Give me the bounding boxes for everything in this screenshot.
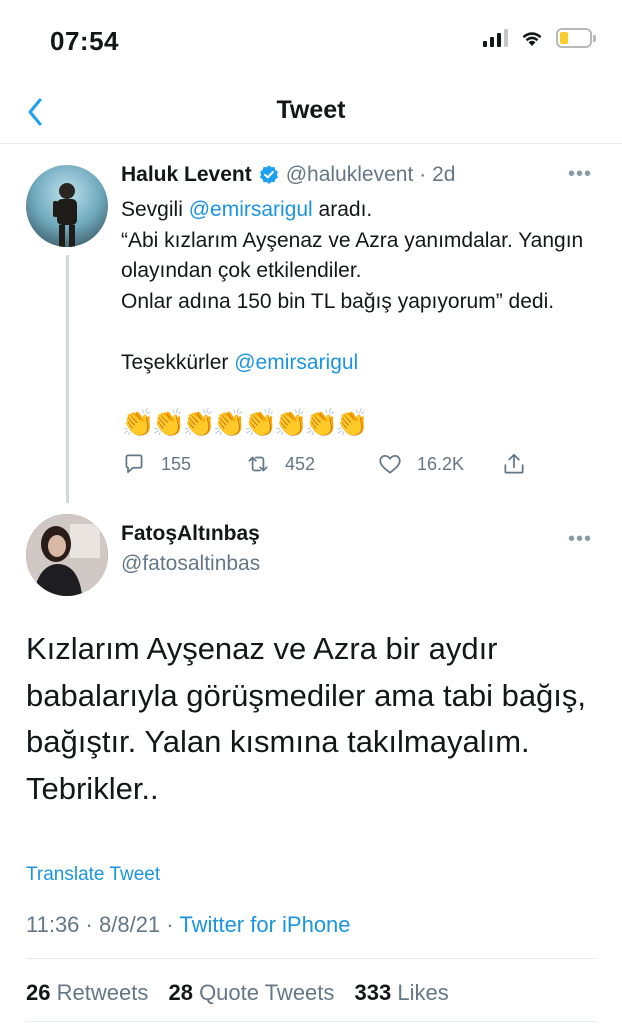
tweet-meta: 11:36 · 8/8/21 · Twitter for iPhone — [26, 912, 351, 938]
reply-header: FatoşAltınbaş @fatosaltinbas — [121, 522, 260, 576]
status-icons — [483, 28, 596, 48]
retweet-button[interactable]: 452 — [245, 451, 377, 477]
mention-link[interactable]: @emirsarigul — [189, 198, 313, 221]
reply-icon — [125, 454, 143, 473]
like-button[interactable]: 16.2K — [377, 451, 501, 477]
mention-link[interactable]: @emirsarigul — [234, 351, 358, 374]
tweet-text-part: Sevgili — [121, 198, 189, 221]
divider — [26, 1021, 596, 1022]
likes-count: 333 — [354, 980, 392, 1005]
author-handle[interactable]: @haluklevent — [286, 163, 414, 187]
reply-button[interactable]: 155 — [121, 451, 245, 477]
more-icon[interactable]: ••• — [568, 528, 592, 551]
reply-author-handle[interactable]: @fatosaltinbas — [121, 552, 260, 576]
share-button[interactable] — [501, 451, 527, 477]
reply-count: 155 — [161, 453, 192, 474]
avatar-photo — [26, 514, 108, 596]
quote-tweets-stat[interactable]: 28 Quote Tweets — [168, 980, 334, 1005]
translate-tweet-link[interactable]: Translate Tweet — [26, 864, 160, 886]
thread-line — [66, 255, 69, 503]
likes-stat[interactable]: 333 Likes — [355, 980, 449, 1005]
status-bar: 07:54 — [0, 0, 622, 80]
avatar[interactable] — [26, 514, 108, 596]
tweet-stats: 26 Retweets 28 Quote Tweets 333 Likes — [26, 980, 463, 1006]
retweets-label: Retweets — [56, 980, 149, 1005]
tweet-text-part: aradı. “Abi kızlarım Ayşenaz ve Azra yan… — [121, 198, 584, 374]
tweet-time: 11:36 — [26, 912, 80, 937]
quotes-label: Quote Tweets — [199, 980, 335, 1005]
meta-separator: · — [85, 912, 99, 937]
quotes-count: 28 — [168, 980, 193, 1005]
avatar-photo — [53, 183, 77, 247]
like-count: 16.2K — [417, 453, 465, 474]
tweet-date: 8/8/21 — [99, 912, 161, 937]
reply-author-name[interactable]: FatoşAltınbaş — [121, 522, 260, 546]
signal-icon — [483, 29, 508, 47]
clapping-hands-emoji: 👏👏👏👏👏👏👏👏 — [121, 408, 369, 438]
like-icon — [379, 455, 401, 474]
tweet-source-link[interactable]: Twitter for iPhone — [179, 912, 350, 937]
divider — [26, 958, 596, 959]
tweet-header: Haluk Levent @haluklevent · 2d — [121, 163, 455, 187]
original-tweet: Haluk Levent @haluklevent · 2d ••• Sevgi… — [0, 145, 622, 505]
retweet-icon — [248, 456, 268, 472]
battery-icon — [556, 28, 596, 48]
meta-separator: · — [166, 912, 180, 937]
reply-tweet-text: Kızlarım Ayşenaz ve Azra bir aydır babal… — [26, 631, 587, 806]
avatar[interactable] — [26, 165, 108, 247]
page-title: Tweet — [276, 96, 346, 124]
tweet-age: · 2d — [419, 163, 456, 186]
share-icon — [504, 453, 524, 474]
author-name[interactable]: Haluk Levent — [121, 163, 252, 187]
likes-label: Likes — [397, 980, 449, 1005]
more-icon[interactable]: ••• — [568, 163, 592, 186]
retweet-count: 452 — [285, 453, 316, 474]
verified-badge-icon — [259, 165, 278, 184]
tweet-actions: 155 452 16.2K — [121, 451, 527, 477]
wifi-icon — [522, 32, 542, 46]
retweets-stat[interactable]: 26 Retweets — [26, 980, 148, 1005]
tweet-text: Sevgili @emirsarigul aradı. “Abi kızları… — [121, 195, 591, 378]
status-time: 07:54 — [50, 26, 119, 56]
nav-bar: Tweet — [0, 80, 622, 144]
retweets-count: 26 — [26, 980, 51, 1005]
